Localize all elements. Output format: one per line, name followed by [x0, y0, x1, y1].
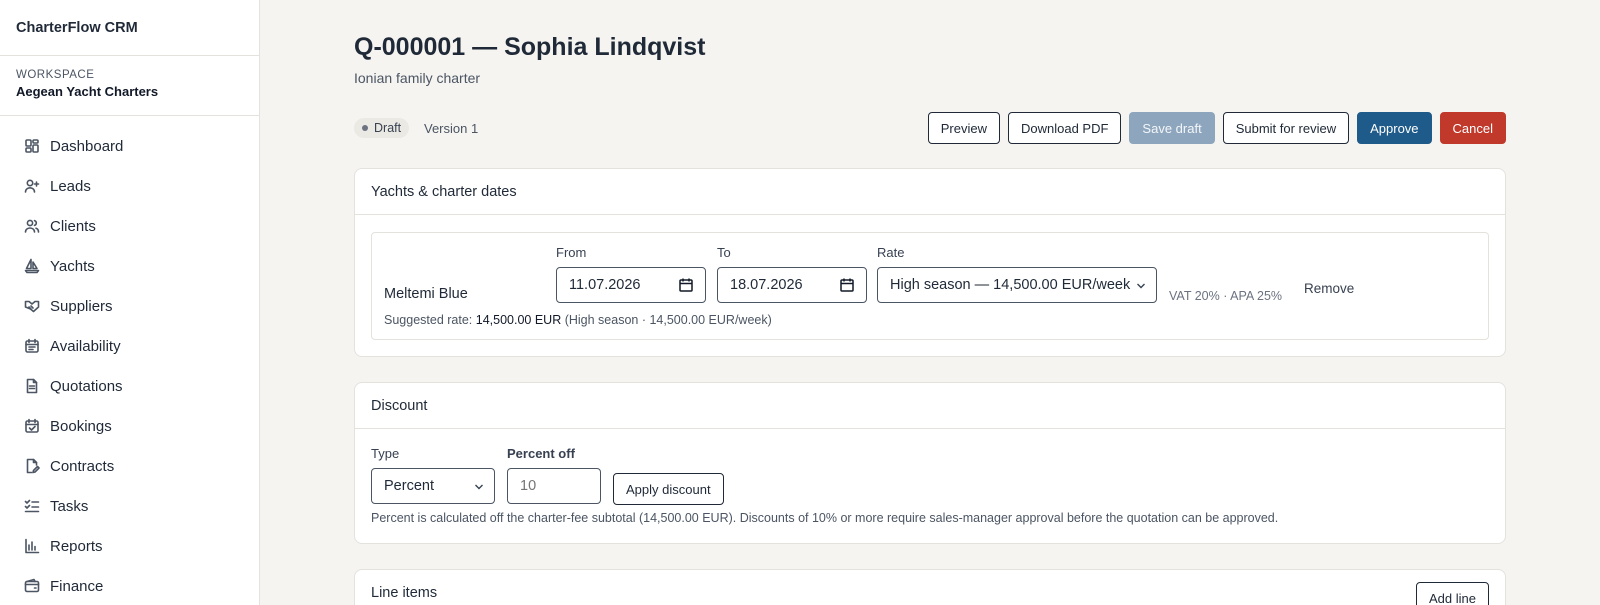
sidebar-item-label: Yachts	[50, 257, 95, 275]
sidebar-item-bookings[interactable]: Bookings	[0, 406, 259, 446]
bar-chart-icon	[25, 538, 40, 554]
discount-section-title: Discount	[355, 383, 1505, 429]
to-date-input[interactable]: 18.07.2026	[717, 267, 867, 303]
rate-select-value: High season — 14,500.00 EUR/week	[890, 277, 1131, 293]
submit-for-review-button[interactable]: Submit for review	[1222, 112, 1350, 144]
users-icon	[24, 219, 40, 233]
from-date-value: 11.07.2026	[569, 277, 641, 293]
wallet-icon	[24, 578, 40, 593]
suggested-rate-amount: 14,500.00 EUR	[475, 313, 562, 327]
download-pdf-button[interactable]: Download PDF	[1007, 112, 1122, 144]
sidebar-item-label: Finance	[50, 577, 104, 595]
user-plus-icon	[24, 179, 40, 193]
discount-type-label: Type	[371, 446, 400, 461]
page-subtitle: Ionian family charter	[354, 70, 481, 86]
sidebar-item-finance[interactable]: Finance	[0, 566, 259, 605]
sidebar-item-reports[interactable]: Reports	[0, 526, 259, 566]
sidebar-item-label: Suppliers	[50, 297, 113, 315]
sidebar-item-suppliers[interactable]: Suppliers	[0, 286, 259, 326]
sidebar-item-leads[interactable]: Leads	[0, 166, 259, 206]
calendar-icon[interactable]	[840, 278, 854, 292]
workspace-switcher[interactable]: WORKSPACE Aegean Yacht Charters	[0, 56, 259, 116]
dashboard-icon	[25, 139, 39, 153]
calendar-icon[interactable]	[679, 278, 693, 292]
discount-type-value: Percent	[384, 478, 434, 494]
discount-section: Discount Type Percent Percent off Apply …	[354, 382, 1506, 544]
line-items-title: Line items	[371, 585, 438, 601]
contract-icon	[26, 458, 40, 474]
version-label: Version 1	[424, 121, 479, 136]
action-toolbar: Preview Download PDF Save draft Submit f…	[927, 112, 1506, 144]
checklist-icon	[24, 499, 40, 513]
to-label: To	[717, 245, 731, 260]
remove-yacht-button[interactable]: Remove	[1304, 281, 1354, 296]
sidebar: CharterFlow CRM WORKSPACE Aegean Yacht C…	[0, 0, 260, 605]
save-draft-button[interactable]: Save draft	[1129, 112, 1215, 144]
sidebar-item-label: Availability	[50, 337, 121, 355]
status-dot-icon	[362, 125, 368, 131]
workspace-name: Aegean Yacht Charters	[16, 84, 159, 99]
app-name: CharterFlow CRM	[0, 0, 259, 56]
sidebar-nav: Dashboard Leads Clients Yachts Suppliers…	[0, 116, 259, 605]
approve-button[interactable]: Approve	[1357, 112, 1432, 144]
sidebar-item-label: Quotations	[50, 377, 123, 395]
add-line-button[interactable]: Add line	[1416, 582, 1489, 605]
calendar-check-icon	[25, 418, 39, 433]
sidebar-item-yachts[interactable]: Yachts	[0, 246, 259, 286]
discount-help-text: Percent is calculated off the charter-fe…	[371, 511, 1279, 525]
sidebar-item-tasks[interactable]: Tasks	[0, 486, 259, 526]
line-items-section: Line items Add line	[354, 569, 1506, 605]
sailboat-icon	[24, 258, 40, 274]
sidebar-item-label: Reports	[50, 537, 103, 555]
sidebar-item-label: Bookings	[50, 417, 112, 435]
status-label: Draft	[374, 121, 402, 135]
chevron-down-icon	[1137, 283, 1145, 289]
sidebar-item-quotations[interactable]: Quotations	[0, 366, 259, 406]
sidebar-item-label: Leads	[50, 177, 91, 195]
chevron-down-icon	[475, 484, 483, 490]
cancel-button[interactable]: Cancel	[1439, 112, 1506, 144]
suggested-rate-prefix: Suggested rate:	[384, 313, 473, 327]
calendar-icon	[25, 338, 39, 353]
from-label: From	[556, 245, 587, 260]
percent-off-input[interactable]	[507, 468, 601, 504]
sidebar-item-label: Tasks	[50, 497, 89, 515]
sidebar-item-label: Dashboard	[50, 137, 124, 155]
yacht-name: Meltemi Blue	[384, 286, 468, 302]
status-row: Draft Version 1 Preview Download PDF Sav…	[354, 112, 1506, 144]
sidebar-item-label: Contracts	[50, 457, 115, 475]
rate-select[interactable]: High season — 14,500.00 EUR/week	[877, 267, 1157, 303]
sidebar-item-availability[interactable]: Availability	[0, 326, 259, 366]
document-icon	[26, 378, 38, 394]
workspace-label: WORKSPACE	[16, 69, 95, 81]
sidebar-item-dashboard[interactable]: Dashboard	[0, 126, 259, 166]
suggested-rate-detail: (High season · 14,500.00 EUR/week)	[564, 313, 772, 327]
status-badge: Draft	[354, 118, 410, 138]
sidebar-item-contracts[interactable]: Contracts	[0, 446, 259, 486]
percent-off-label: Percent off	[507, 446, 575, 461]
yachts-section: Yachts & charter dates Meltemi Blue From…	[354, 168, 1506, 357]
tax-meta: VAT 20% · APA 25%	[1169, 289, 1283, 303]
handshake-icon	[24, 300, 40, 313]
preview-button[interactable]: Preview	[927, 112, 1000, 144]
apply-discount-button[interactable]: Apply discount	[613, 473, 724, 505]
to-date-value: 18.07.2026	[730, 277, 803, 293]
discount-type-select[interactable]: Percent	[371, 468, 495, 504]
from-date-input[interactable]: 11.07.2026	[556, 267, 706, 303]
rate-label: Rate	[877, 245, 905, 260]
yachts-section-title: Yachts & charter dates	[355, 169, 1505, 215]
page-title: Q-000001 — Sophia Lindqvist	[354, 33, 706, 61]
sidebar-item-clients[interactable]: Clients	[0, 206, 259, 246]
suggested-rate: Suggested rate: 14,500.00 EUR (High seas…	[384, 313, 772, 327]
yacht-row: Meltemi Blue From 11.07.2026 To 18.07.20…	[371, 232, 1489, 340]
sidebar-item-label: Clients	[50, 217, 96, 235]
